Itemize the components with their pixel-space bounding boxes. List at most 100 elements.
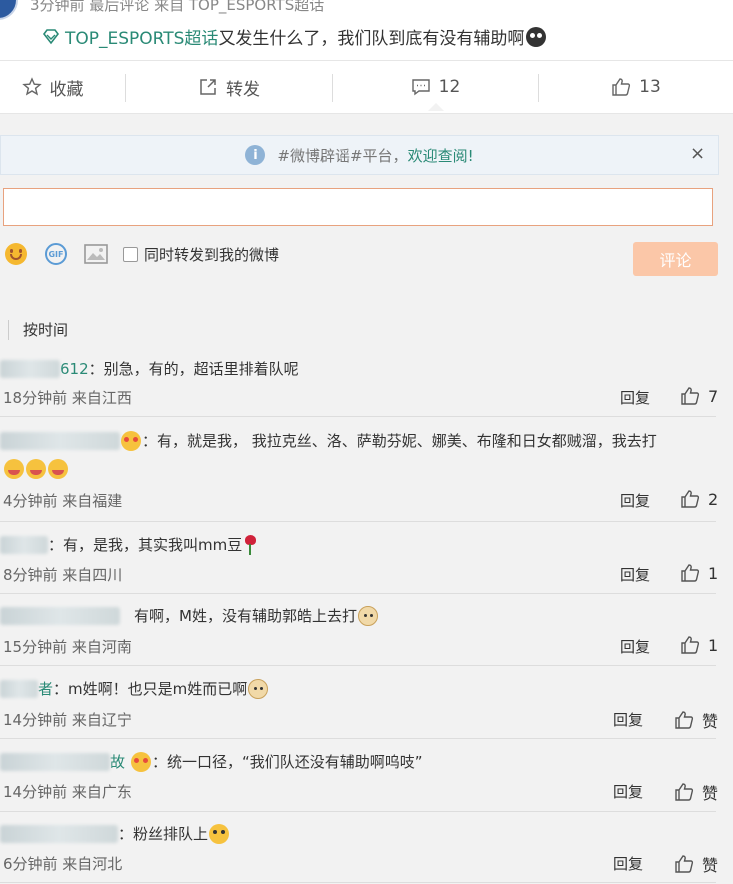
thumbs-up-icon: [675, 783, 694, 801]
post-content: TOP_ESPORTS超话 又发生什么了，我们队到底有没有辅助啊: [42, 24, 547, 49]
username[interactable]: 故: [110, 751, 125, 772]
repost-checkbox[interactable]: [123, 246, 138, 262]
username-blurred: [0, 824, 118, 843]
reply-button[interactable]: 回复: [613, 853, 643, 874]
divider: [0, 738, 716, 739]
super-topic-diamond-icon: [42, 28, 60, 44]
divider: [0, 665, 716, 666]
reply-button[interactable]: 回复: [620, 564, 650, 585]
thumbs-up-icon: [681, 490, 700, 508]
fan-badge-icon: [131, 751, 152, 772]
doge-emoji-icon: [357, 605, 378, 626]
like-button[interactable]: 13: [539, 61, 733, 113]
reply-button[interactable]: 回复: [620, 490, 650, 511]
comment-text: ：有，是我，其实我叫mm豆: [48, 536, 243, 554]
fan-badge-icon: [121, 430, 141, 451]
comment-item: ：有，是我，其实我叫mm豆 8分钟前 来自四川 回复 1: [0, 532, 733, 592]
thumbs-up-icon: [681, 387, 700, 405]
thumbs-up-icon: [675, 711, 694, 729]
comment-like-button[interactable]: 7: [680, 386, 718, 406]
gif-button[interactable]: GIF: [43, 241, 69, 267]
comment-text: ：别急，有的，超话里排着队呢: [88, 360, 299, 378]
comment-time: 14分钟前 来自广东: [3, 783, 132, 801]
party-emoji-icon: [48, 459, 68, 479]
username-blurred: [0, 535, 48, 554]
comment-input[interactable]: [3, 188, 713, 226]
reply-button[interactable]: 回复: [613, 781, 643, 802]
comment-text: 有啊，M姓，没有辅助郭皓上去打: [134, 607, 357, 625]
sort-by-time[interactable]: 按时间: [8, 320, 68, 340]
comment-like-button[interactable]: 赞: [674, 852, 718, 876]
share-icon: [200, 79, 216, 95]
thumbs-up-icon: [681, 636, 700, 654]
notice-text: #微博辟谣#平台，: [277, 146, 408, 165]
thumbs-up-icon: [612, 78, 631, 96]
divider: [0, 416, 716, 417]
comment-icon: [411, 79, 430, 96]
username-blurred: [0, 431, 120, 450]
comment-tab-caret: [428, 103, 444, 111]
comment-item: 故 ：统一口径，“我们队还没有辅助啊呜吱” 14分钟前 来自广东 回复 赞: [0, 749, 733, 809]
comment-time: 6分钟前 来自河北: [3, 855, 123, 873]
comment-like-button[interactable]: 赞: [674, 780, 718, 804]
info-icon: i: [245, 145, 266, 165]
reply-button[interactable]: 回复: [620, 636, 650, 657]
composer-toolbar: GIF 同时转发到我的微博: [3, 240, 279, 268]
comment-item: 者 ：m姓啊！也只是m姓而已啊 14分钟前 来自辽宁 回复 赞: [0, 676, 733, 736]
divider: [0, 882, 716, 883]
notice-link[interactable]: 欢迎查阅!: [408, 145, 474, 166]
comment-time: 8分钟前 来自四川: [3, 566, 123, 584]
comment-item: 有啊，M姓，没有辅助郭皓上去打 15分钟前 来自河南 回复 1: [0, 603, 733, 663]
comment-like-button[interactable]: 2: [680, 489, 718, 509]
divider: [0, 593, 716, 594]
username[interactable]: 612: [60, 360, 89, 378]
rumor-notice-banner: i #微博辟谣#平台， 欢迎查阅!: [0, 135, 719, 175]
image-icon: [84, 244, 108, 264]
post-card: 3分钟前 最后评论 来自 TOP_ESPORTS超话 TOP_ESPORTS超话…: [0, 0, 733, 60]
comment-item: 612 ：别急，有的，超话里排着队呢 18分钟前 来自江西 回复 7: [0, 356, 733, 416]
divider: [0, 811, 716, 812]
close-icon[interactable]: ×: [690, 143, 705, 164]
comment-text: ：m姓啊！也只是m姓而已啊: [53, 680, 248, 698]
post-text: 又发生什么了，我们队到底有没有辅助啊: [218, 29, 525, 49]
username-blurred: [0, 606, 120, 625]
reply-button[interactable]: 回复: [613, 709, 643, 730]
comment-item: ：粉丝排队上 6分钟前 来自河北 回复 赞: [0, 821, 733, 881]
comment-time: 15分钟前 来自河南: [3, 638, 132, 656]
gif-icon: GIF: [45, 243, 67, 265]
super-topic-link[interactable]: TOP_ESPORTS超话: [65, 24, 218, 49]
username[interactable]: 者: [38, 678, 53, 699]
comment-text: ：有，就是我， 我拉克丝、洛、萨勒芬妮、娜美、布隆和日女都贼溜，我去打: [142, 432, 657, 450]
rose-emoji-icon: [243, 534, 257, 555]
comment-time: 18分钟前 来自江西: [3, 389, 132, 407]
reply-button[interactable]: 回复: [620, 387, 650, 408]
party-emoji-icon: [4, 459, 24, 479]
doge-emoji-icon: [248, 678, 269, 699]
repost-button[interactable]: 转发: [126, 61, 332, 113]
cry-emoji-icon: [526, 26, 547, 47]
image-upload-button[interactable]: [83, 241, 109, 267]
emoji-picker-button[interactable]: [3, 241, 29, 267]
post-action-bar: 收藏 转发 12 13: [0, 60, 733, 114]
thumbs-up-icon: [675, 855, 694, 873]
comment-time: 4分钟前 来自福建: [3, 492, 123, 510]
post-meta: 3分钟前 最后评论 来自 TOP_ESPORTS超话: [30, 0, 325, 14]
username-blurred: [0, 359, 60, 378]
comment-time: 14分钟前 来自辽宁: [3, 711, 132, 729]
username-blurred: [0, 679, 38, 698]
username-blurred: [0, 752, 110, 771]
divider: [0, 521, 716, 522]
star-icon: [21, 77, 42, 96]
cute-emoji-icon: [209, 823, 230, 844]
comment-like-button[interactable]: 1: [680, 635, 718, 655]
comment-text: ：粉丝排队上: [118, 825, 209, 843]
thumbs-up-icon: [681, 564, 700, 582]
favorite-button[interactable]: 收藏: [0, 61, 125, 113]
comment-like-button[interactable]: 赞: [674, 708, 718, 732]
comment-text: ：统一口径，“我们队还没有辅助啊呜吱”: [152, 753, 423, 771]
smile-icon: [5, 243, 27, 265]
avatar[interactable]: [0, 0, 18, 20]
submit-comment-button[interactable]: 评论: [633, 242, 718, 276]
party-emoji-icon: [26, 459, 46, 479]
comment-like-button[interactable]: 1: [680, 563, 718, 583]
